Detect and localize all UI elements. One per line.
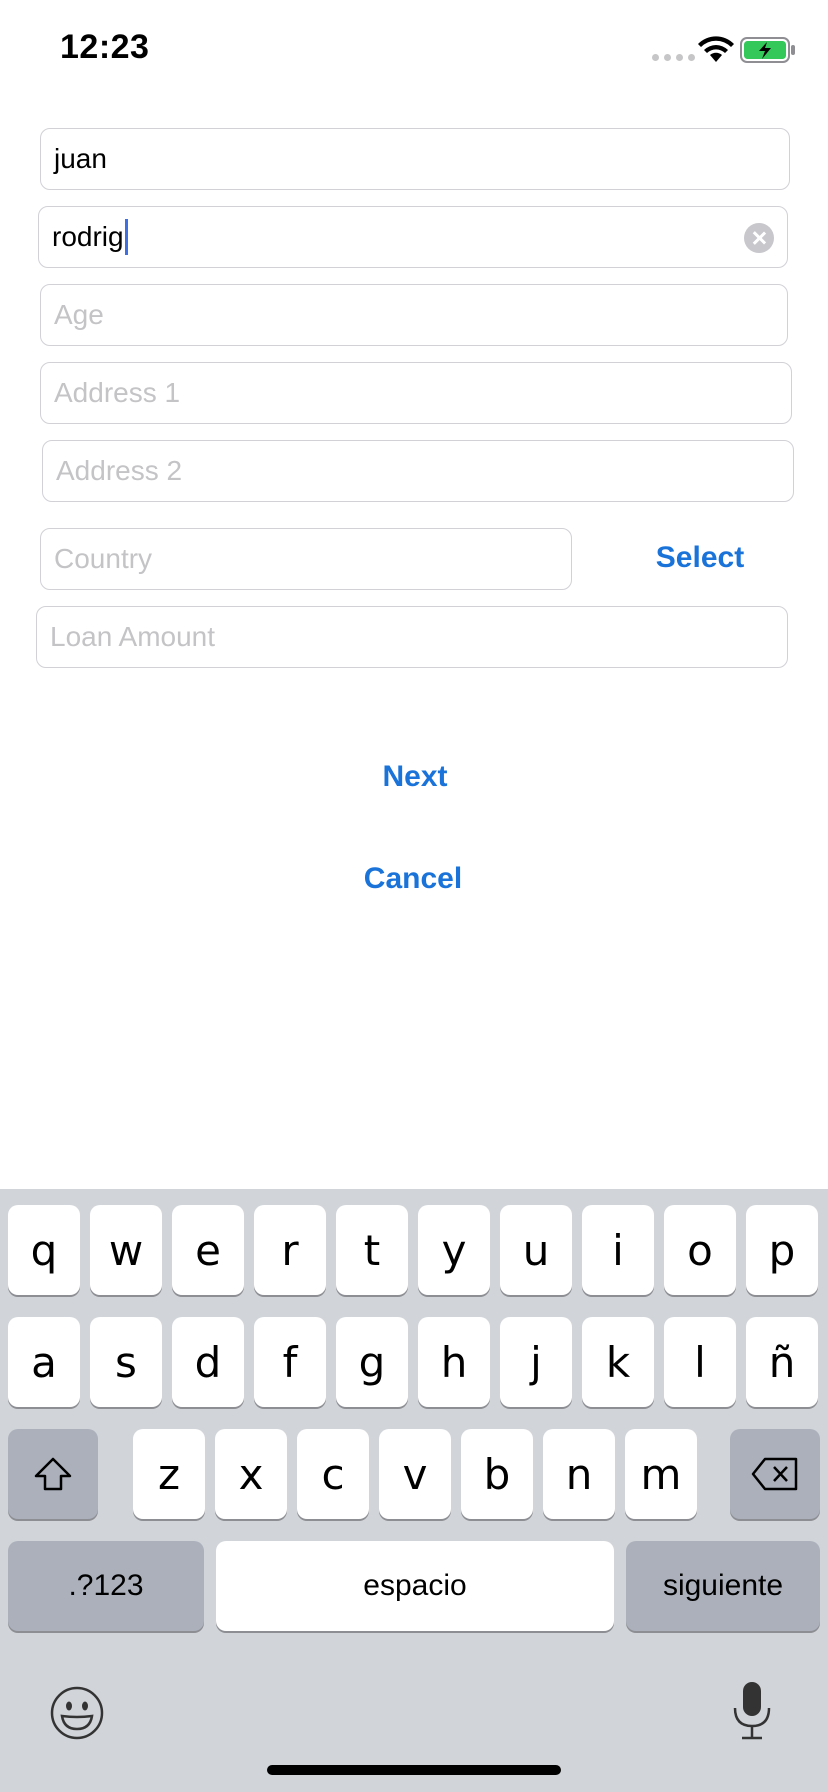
key-e[interactable]: e — [172, 1205, 244, 1295]
key-q[interactable]: q — [8, 1205, 80, 1295]
text-cursor — [124, 219, 128, 255]
loan-amount-field[interactable]: Loan Amount — [36, 606, 788, 668]
emoji-icon[interactable] — [50, 1686, 104, 1740]
key-o[interactable]: o — [664, 1205, 736, 1295]
select-country-button[interactable]: Select — [630, 541, 770, 575]
return-key[interactable]: siguiente — [626, 1541, 820, 1631]
shift-key[interactable] — [8, 1429, 98, 1519]
key-a[interactable]: a — [8, 1317, 80, 1407]
key-k[interactable]: k — [582, 1317, 654, 1407]
key-h[interactable]: h — [418, 1317, 490, 1407]
key-i[interactable]: i — [582, 1205, 654, 1295]
microphone-icon[interactable] — [730, 1680, 774, 1742]
cellular-signal-icon — [652, 54, 695, 61]
loan-amount-placeholder: Loan Amount — [50, 621, 216, 652]
space-key[interactable]: espacio — [216, 1541, 614, 1631]
first-name-value: juan — [54, 143, 107, 174]
key-l[interactable]: l — [664, 1317, 736, 1407]
key-p[interactable]: p — [746, 1205, 818, 1295]
address1-placeholder: Address 1 — [54, 377, 181, 408]
home-indicator — [267, 1765, 561, 1775]
key-u[interactable]: u — [500, 1205, 572, 1295]
cancel-button[interactable]: Cancel — [330, 862, 496, 896]
backspace-key[interactable] — [730, 1429, 820, 1519]
clear-text-icon[interactable] — [744, 223, 774, 253]
last-name-value: rodrig — [52, 221, 124, 252]
key-n[interactable]: n — [543, 1429, 615, 1519]
address1-field[interactable]: Address 1 — [40, 362, 792, 424]
key-d[interactable]: d — [172, 1317, 244, 1407]
key-ñ[interactable]: ñ — [746, 1317, 818, 1407]
key-j[interactable]: j — [500, 1317, 572, 1407]
key-y[interactable]: y — [418, 1205, 490, 1295]
battery-charging-icon — [740, 37, 795, 63]
key-c[interactable]: c — [297, 1429, 369, 1519]
address2-field[interactable]: Address 2 — [42, 440, 794, 502]
country-field[interactable]: Country — [40, 528, 572, 590]
key-x[interactable]: x — [215, 1429, 287, 1519]
key-t[interactable]: t — [336, 1205, 408, 1295]
country-placeholder: Country — [54, 543, 153, 574]
key-m[interactable]: m — [625, 1429, 697, 1519]
shift-icon — [34, 1457, 72, 1491]
first-name-field[interactable]: juan — [40, 128, 790, 190]
key-f[interactable]: f — [254, 1317, 326, 1407]
wifi-icon — [698, 36, 734, 62]
next-button[interactable]: Next — [340, 760, 490, 794]
key-z[interactable]: z — [133, 1429, 205, 1519]
last-name-field[interactable]: rodrig — [38, 206, 788, 268]
status-time: 12:23 — [60, 28, 150, 66]
age-field[interactable]: Age — [40, 284, 788, 346]
key-v[interactable]: v — [379, 1429, 451, 1519]
numbers-key[interactable]: .?123 — [8, 1541, 204, 1631]
age-placeholder: Age — [54, 299, 104, 330]
backspace-icon — [751, 1457, 798, 1491]
key-s[interactable]: s — [90, 1317, 162, 1407]
address2-placeholder: Address 2 — [56, 455, 183, 486]
key-r[interactable]: r — [254, 1205, 326, 1295]
key-w[interactable]: w — [90, 1205, 162, 1295]
key-b[interactable]: b — [461, 1429, 533, 1519]
key-g[interactable]: g — [336, 1317, 408, 1407]
